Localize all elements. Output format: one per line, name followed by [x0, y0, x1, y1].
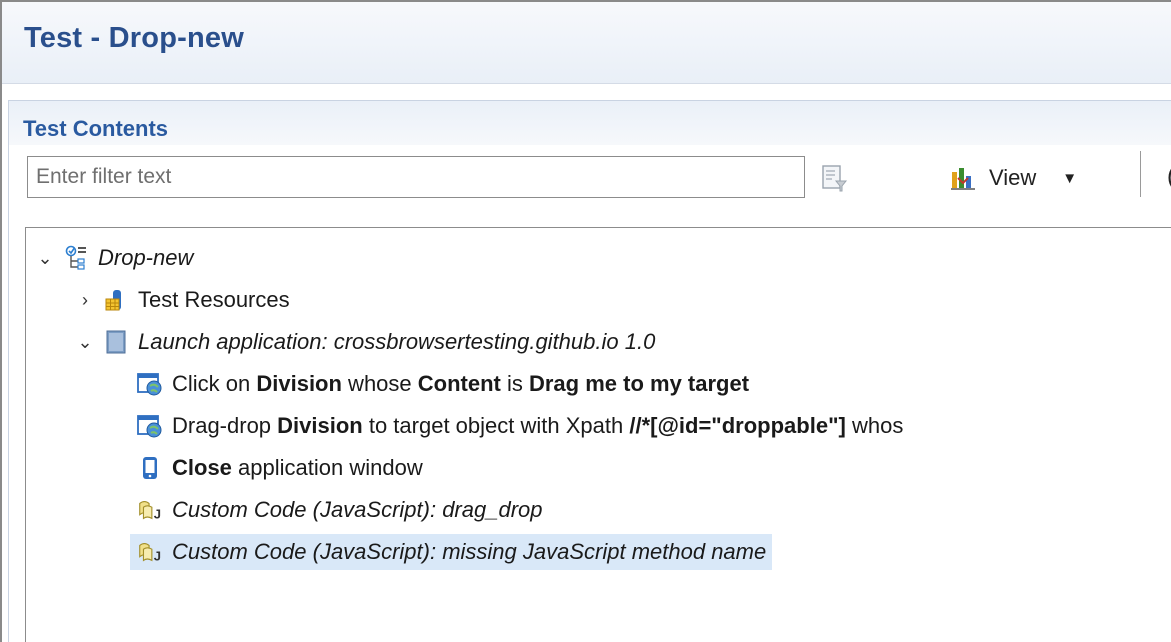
tree-node-launch-application[interactable]: ⌄ Launch application: crossbrowsertestin… — [74, 324, 655, 360]
tree-node-label: Drop-new — [98, 245, 194, 270]
tree-node-label: Test Resources — [138, 287, 290, 312]
editor-header: Test - Drop-new — [2, 2, 1171, 84]
view-chart-icon — [951, 168, 975, 190]
svg-text:J: J — [154, 506, 161, 521]
view-label: View — [989, 165, 1037, 190]
close-window-icon — [136, 454, 164, 482]
view-menu-button[interactable]: View ▼ — [949, 161, 1077, 195]
tree-node-label: Launch application: crossbrowsertesting.… — [138, 329, 656, 354]
section-header[interactable]: Test Contents — [9, 101, 1171, 145]
expand-toggle-icon[interactable]: ⌄ — [74, 332, 96, 353]
step-text: Close application window — [172, 455, 423, 480]
section-title: Test Contents — [23, 116, 169, 141]
javascript-icon: J — [136, 538, 164, 566]
filter-input[interactable] — [27, 156, 805, 198]
web-action-icon — [136, 370, 164, 398]
toolbar-separator — [1140, 151, 1141, 197]
step-text: Drag-drop Division to target object with… — [172, 413, 904, 438]
javascript-icon: J — [136, 496, 164, 524]
tree-node-step[interactable]: Drag-drop Division to target object with… — [130, 408, 903, 444]
test-resources-icon — [102, 286, 130, 314]
tree-node-step[interactable]: Close application window — [130, 450, 423, 486]
tree-node-test-resources[interactable]: › Test Resources — [74, 282, 290, 318]
application-icon — [102, 328, 130, 356]
toolbar-overflow-item[interactable]: ( — [1167, 163, 1171, 191]
tree-node-custom-code[interactable]: J Custom Code (JavaScript): drag_drop — [130, 492, 543, 528]
tree-node-label: Custom Code (JavaScript): missing JavaSc… — [172, 539, 767, 564]
expand-toggle-icon[interactable]: › — [74, 290, 96, 311]
clear-filter-button[interactable] — [817, 161, 851, 195]
step-text: Click on Division whose Content is Drag … — [172, 371, 750, 396]
chevron-down-icon[interactable]: ▼ — [1062, 170, 1077, 187]
web-action-icon — [136, 412, 164, 440]
test-icon — [62, 244, 90, 272]
test-contents-tree[interactable]: ⌄ Drop-new › Test Resources ⌄ Launch app… — [25, 227, 1171, 642]
filter-options-icon — [822, 165, 848, 192]
expand-toggle-icon[interactable]: ⌄ — [34, 248, 56, 269]
svg-text:J: J — [154, 548, 161, 563]
tree-node-step[interactable]: Click on Division whose Content is Drag … — [130, 366, 749, 402]
tree-node-label: Custom Code (JavaScript): drag_drop — [172, 497, 543, 522]
test-contents-section: Test Contents View ▼ ( ⌄ — [8, 100, 1171, 642]
tree-node-root[interactable]: ⌄ Drop-new — [34, 240, 193, 276]
editor-title: Test - Drop-new — [24, 22, 244, 54]
tree-node-custom-code-selected[interactable]: J Custom Code (JavaScript): missing Java… — [130, 534, 773, 570]
